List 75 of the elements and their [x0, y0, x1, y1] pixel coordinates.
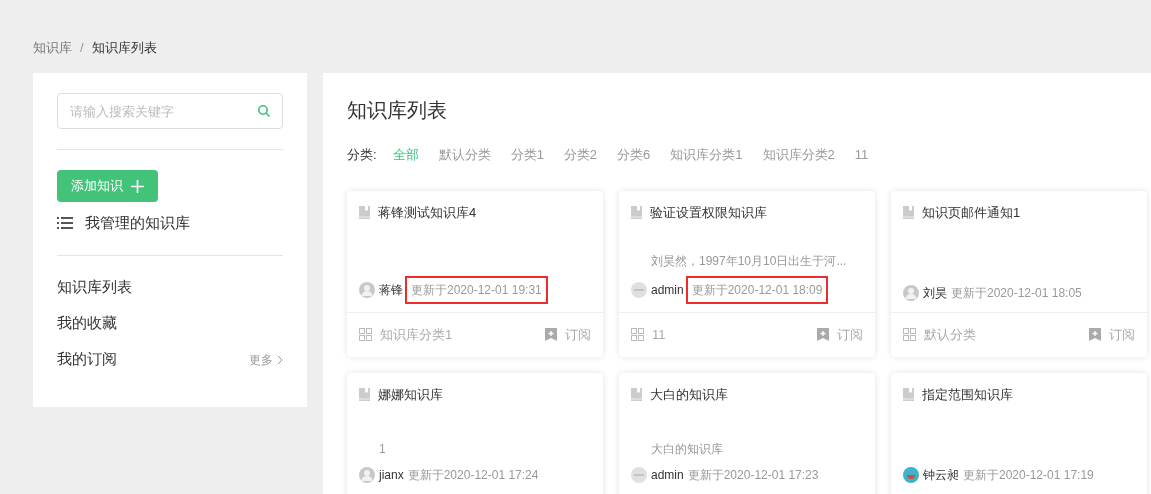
book-icon	[359, 205, 370, 219]
list-icon	[57, 217, 73, 230]
grid-icon	[903, 328, 916, 341]
knowledge-card[interactable]: 验证设置权限知识库 刘昊然，1997年10月10日出生于河... admin 更新于2020-12-01 18:09 11 订阅	[619, 190, 875, 357]
book-icon	[631, 205, 642, 219]
author-name: 刘昊	[923, 284, 947, 302]
author-name: jianx	[379, 466, 404, 484]
more-link[interactable]: 更多	[249, 350, 283, 369]
category-tab[interactable]: 默认分类	[438, 145, 491, 165]
sidebar-item[interactable]: 我的订阅	[57, 348, 117, 371]
avatar-icon	[359, 281, 375, 298]
update-time: 更新于2020-12-01 17:19	[963, 466, 1094, 484]
card-category: 知识库分类1	[380, 325, 453, 344]
category-tab[interactable]: 知识库分类2	[762, 145, 835, 165]
chevron-icon	[277, 354, 283, 365]
avatar-icon	[359, 466, 375, 483]
knowledge-card[interactable]: 知识页邮件通知1 刘昊 更新于2020-12-01 18:05 默认分类 订阅	[891, 190, 1147, 357]
bookmark-plus-icon	[1089, 328, 1101, 341]
author-name: admin	[651, 466, 684, 484]
category-label: 分类:	[347, 146, 377, 164]
card-title: 大白的知识库	[650, 385, 728, 404]
category-tab[interactable]: 知识库分类1	[670, 145, 743, 165]
update-time: 更新于2020-12-01 17:23	[687, 466, 819, 484]
knowledge-card[interactable]: 蒋锋测试知识库4 蒋锋 更新于2020-12-01 19:31 知识库分类1 订阅	[347, 190, 603, 357]
book-icon	[903, 387, 914, 401]
knowledge-card[interactable]: 大白的知识库 大白的知识库 admin 更新于2020-12-01 17:23	[619, 372, 875, 494]
author-name: 蒋锋	[379, 281, 403, 299]
author-name: admin	[651, 281, 684, 299]
subscribe-link[interactable]: 订阅	[545, 324, 591, 345]
card-description: 刘昊然，1997年10月10日出生于河...	[651, 252, 847, 270]
bookmark-plus-icon	[817, 328, 829, 341]
update-time: 更新于2020-12-01 18:09	[687, 277, 827, 302]
avatar-icon	[903, 284, 919, 301]
search-field[interactable]: 请输入搜索关键字	[57, 93, 283, 129]
breadcrumb-separator: /	[80, 39, 84, 57]
card-category: 默认分类	[924, 325, 976, 344]
knowledge-card[interactable]: 娜娜知识库 1 jianx 更新于2020-12-01 17:24	[347, 372, 603, 494]
card-category: 11	[652, 325, 666, 344]
card-title: 知识页邮件通知1	[922, 203, 1021, 222]
sidebar-item[interactable]: 知识库列表	[57, 276, 132, 299]
search-icon[interactable]	[257, 104, 271, 118]
update-time: 更新于2020-12-01 17:24	[407, 466, 539, 484]
managed-link[interactable]: 我管理的知识库	[85, 212, 190, 235]
subscribe-link[interactable]: 订阅	[817, 324, 863, 345]
breadcrumb-link[interactable]: 知识库列表	[91, 38, 157, 58]
breadcrumb-link[interactable]: 知识库	[33, 38, 72, 58]
update-time: 更新于2020-12-01 18:05	[951, 284, 1082, 302]
author-name: 钟云昶	[923, 466, 959, 484]
grid-icon	[359, 328, 372, 341]
category-tab[interactable]: 11	[854, 145, 869, 165]
avatar-icon	[631, 281, 647, 298]
book-icon	[359, 387, 370, 401]
plus-icon	[131, 179, 144, 193]
card-title: 指定范围知识库	[922, 385, 1013, 404]
avatar-icon	[903, 466, 919, 483]
update-time: 更新于2020-12-01 19:31	[407, 277, 546, 302]
category-tab[interactable]: 分类6	[617, 145, 651, 165]
card-title: 娜娜知识库	[378, 385, 443, 404]
avatar-icon	[631, 466, 647, 483]
bookmark-plus-icon	[545, 328, 557, 341]
page-title: 知识库列表	[347, 98, 448, 123]
book-icon	[903, 205, 914, 219]
knowledge-card[interactable]: 指定范围知识库 钟云昶 更新于2020-12-01 17:19	[891, 372, 1147, 494]
card-description: 大白的知识库	[651, 440, 723, 458]
subscribe-link[interactable]: 订阅	[1089, 324, 1135, 345]
card-description: 1	[379, 440, 386, 458]
category-tab[interactable]: 全部	[392, 145, 419, 165]
book-icon	[631, 387, 642, 401]
category-tab[interactable]: 分类1	[510, 145, 544, 165]
grid-icon	[631, 328, 644, 341]
sidebar-item[interactable]: 我的收藏	[57, 312, 117, 335]
card-title: 蒋锋测试知识库4	[378, 203, 477, 222]
category-tab[interactable]: 分类2	[563, 145, 598, 165]
card-title: 验证设置权限知识库	[650, 203, 767, 222]
add-button[interactable]: 添加知识	[57, 170, 158, 202]
